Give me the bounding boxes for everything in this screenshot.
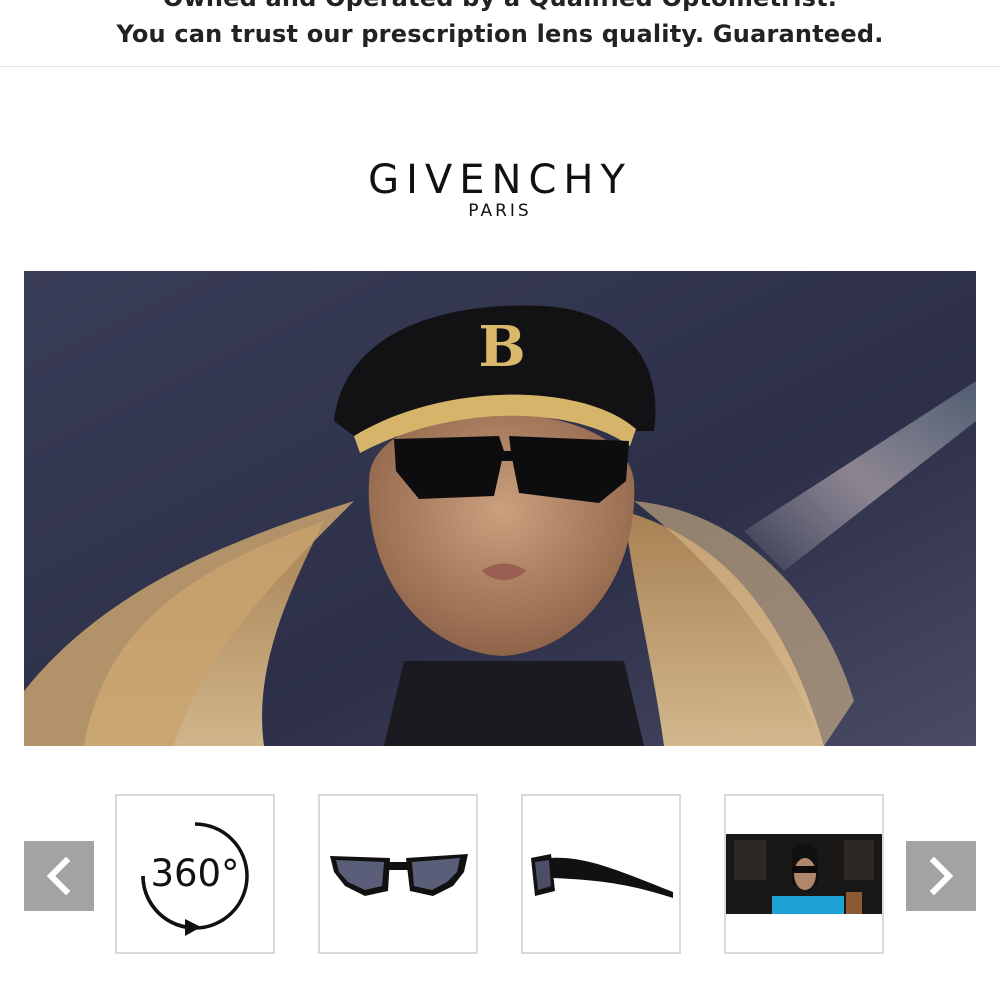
chevron-left-icon	[46, 856, 71, 896]
brand-name: GIVENCHY	[368, 157, 632, 203]
model-photo-image	[726, 834, 882, 914]
thumbnail-side-view[interactable]	[521, 794, 681, 954]
gallery-next-button[interactable]	[906, 841, 976, 911]
banner-line-2: You can trust our prescription lens qual…	[116, 20, 884, 48]
cap-monogram: B	[478, 314, 525, 380]
banner-line-1: Owned and Operated by a Qualified Optome…	[0, 0, 1000, 12]
hero-image: B	[24, 271, 976, 746]
chevron-right-icon	[929, 856, 954, 896]
sunglasses-side-image	[531, 854, 673, 898]
gallery-prev-button[interactable]	[24, 841, 94, 911]
thumbnail-front-view[interactable]	[318, 794, 478, 954]
thumbnail-360-label: 360°	[150, 852, 240, 895]
brand-logo: GIVENCHY PARIS	[0, 158, 1000, 222]
thumbnail-gallery: 360°	[0, 794, 1000, 958]
thumbnail-model-photo[interactable]	[724, 794, 884, 954]
brand-subtitle: PARIS	[468, 201, 532, 221]
trust-banner: Owned and Operated by a Qualified Optome…	[0, 0, 1000, 67]
sunglasses-front-image	[330, 854, 468, 896]
thumbnail-360-view[interactable]: 360°	[115, 794, 275, 954]
